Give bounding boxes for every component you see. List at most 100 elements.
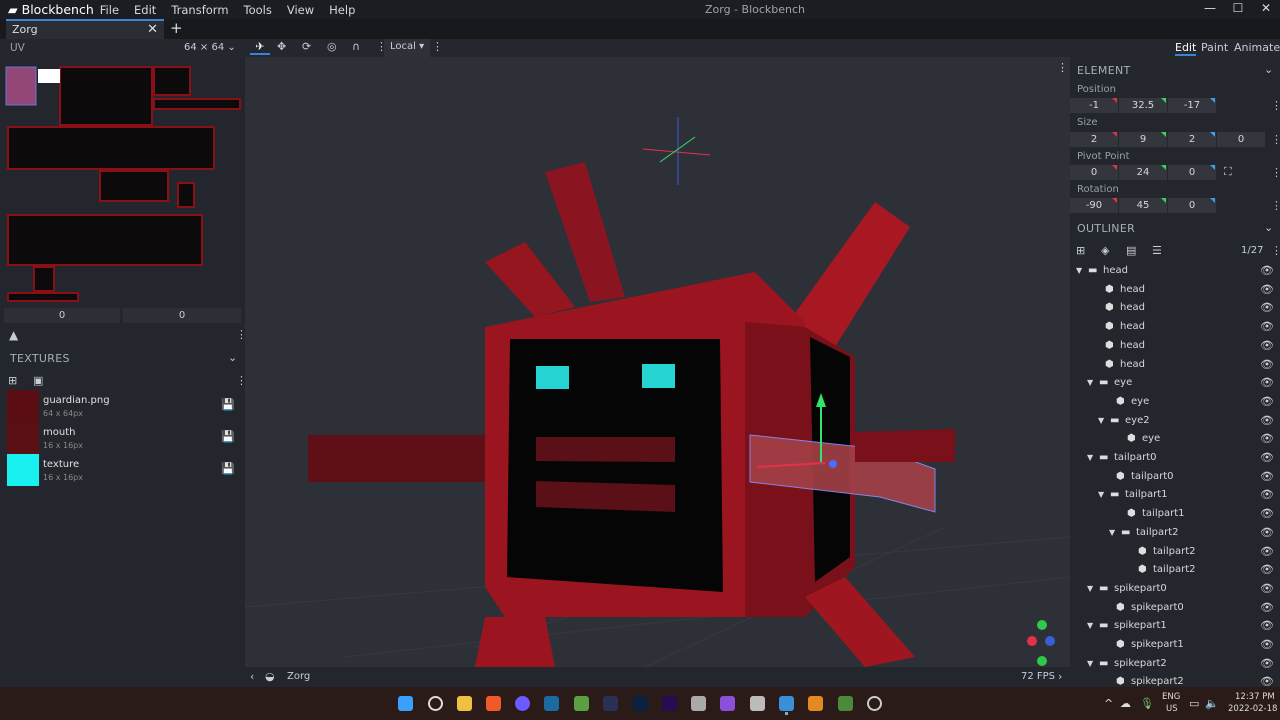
- menu-view[interactable]: View: [281, 3, 323, 17]
- visibility-eye-icon[interactable]: 👁: [1260, 486, 1274, 504]
- outliner-cube[interactable]: ⬢ head 👁: [1070, 337, 1280, 355]
- visibility-eye-icon[interactable]: 👁: [1260, 393, 1274, 411]
- more-icon[interactable]: ⋮: [1271, 199, 1280, 212]
- chevron-down-icon[interactable]: ▼: [1098, 412, 1104, 430]
- chevron-down-icon[interactable]: ▼: [1087, 374, 1093, 392]
- mode-edit[interactable]: Edit: [1175, 41, 1197, 56]
- texture-item[interactable]: guardian.png 64 x 64px 💾: [0, 390, 245, 422]
- save-icon[interactable]: 💾: [221, 398, 235, 411]
- more-icon[interactable]: ⋮: [1271, 166, 1280, 179]
- menu-transform[interactable]: Transform: [165, 3, 237, 17]
- start-icon[interactable]: [398, 696, 413, 711]
- photoshop-icon[interactable]: [633, 696, 648, 711]
- visibility-eye-icon[interactable]: 👁: [1260, 374, 1274, 392]
- visibility-eye-icon[interactable]: 👁: [1260, 262, 1274, 280]
- transform-space-select[interactable]: Local ▾: [384, 39, 431, 57]
- visibility-eye-icon[interactable]: 👁: [1260, 524, 1274, 542]
- menu-file[interactable]: File: [94, 3, 128, 17]
- search-icon[interactable]: [428, 696, 443, 711]
- blockbench-taskbar-icon[interactable]: [779, 696, 794, 711]
- app-icon[interactable]: [838, 696, 853, 711]
- outliner-cube[interactable]: ⬢ tailpart2 👁: [1070, 561, 1280, 579]
- pivot-z[interactable]: 0: [1168, 165, 1216, 180]
- add-group-icon[interactable]: ▤: [1126, 244, 1136, 257]
- visibility-eye-icon[interactable]: 👁: [1260, 543, 1274, 561]
- position-x[interactable]: -1: [1070, 98, 1118, 113]
- visibility-eye-icon[interactable]: 👁: [1260, 599, 1274, 617]
- menu-edit[interactable]: Edit: [128, 3, 165, 17]
- chevron-down-icon[interactable]: ▼: [1098, 486, 1104, 504]
- brave-icon[interactable]: [486, 696, 501, 711]
- position-z[interactable]: -17: [1168, 98, 1216, 113]
- chevron-right-icon[interactable]: ›: [1058, 670, 1062, 683]
- visibility-eye-icon[interactable]: 👁: [1260, 655, 1274, 673]
- resize-tool-icon[interactable]: ✥: [277, 40, 286, 53]
- import-texture-icon[interactable]: ▣: [33, 374, 43, 387]
- new-tab-button[interactable]: +: [170, 19, 183, 37]
- discord-icon[interactable]: [515, 696, 530, 711]
- outliner-group[interactable]: ▼ ▬ eye2 👁: [1070, 412, 1280, 430]
- 3d-viewport[interactable]: ⋮: [245, 57, 1070, 667]
- outliner-cube[interactable]: ⬢ tailpart2 👁: [1070, 543, 1280, 561]
- uv-size-select[interactable]: 64 × 64 ⌄: [184, 42, 236, 53]
- outliner-cube[interactable]: ⬢ spikepart0 👁: [1070, 599, 1280, 617]
- outliner-cube[interactable]: ⬢ head 👁: [1070, 281, 1280, 299]
- uv-offset-y[interactable]: 0: [123, 308, 241, 323]
- minecraft-icon[interactable]: [574, 696, 589, 711]
- chevron-down-icon[interactable]: ▼: [1109, 524, 1115, 542]
- uv-offset-x[interactable]: 0: [4, 308, 120, 323]
- more-icon[interactable]: ⋮: [1271, 99, 1280, 112]
- outliner-cube[interactable]: ⬢ head 👁: [1070, 356, 1280, 374]
- visibility-eye-icon[interactable]: 👁: [1260, 299, 1274, 317]
- visibility-eye-icon[interactable]: 👁: [1260, 318, 1274, 336]
- rotation-y[interactable]: 45: [1119, 198, 1167, 213]
- app-icon[interactable]: [603, 696, 618, 711]
- collapse-icon[interactable]: ⌄: [1264, 63, 1273, 76]
- outliner-group[interactable]: ▼ ▬ eye 👁: [1070, 374, 1280, 392]
- collapse-all-icon[interactable]: ☰: [1152, 244, 1162, 257]
- outliner-cube[interactable]: ⬢ spikepart2 👁: [1070, 673, 1280, 687]
- visibility-eye-icon[interactable]: 👁: [1260, 561, 1274, 579]
- mode-paint[interactable]: Paint: [1201, 41, 1228, 54]
- maximize-button[interactable]: ☐: [1224, 1, 1252, 15]
- visibility-eye-icon[interactable]: 👁: [1260, 617, 1274, 635]
- steam-icon[interactable]: [544, 696, 559, 711]
- viewport-menu-icon[interactable]: ⋮: [1057, 61, 1068, 74]
- add-texture-icon[interactable]: ⊞: [8, 374, 17, 387]
- save-icon[interactable]: 💾: [221, 430, 235, 443]
- outliner-cube[interactable]: ⬢ eye 👁: [1070, 393, 1280, 411]
- close-window-button[interactable]: ✕: [1252, 1, 1280, 15]
- chevron-down-icon[interactable]: ▼: [1076, 262, 1082, 280]
- tray-chevron-icon[interactable]: ^: [1104, 697, 1113, 710]
- premiere-icon[interactable]: [662, 696, 677, 711]
- add-cube-icon[interactable]: ⊞: [1076, 244, 1085, 257]
- chevron-down-icon[interactable]: ▼: [1087, 617, 1093, 635]
- visibility-eye-icon[interactable]: 👁: [1260, 337, 1274, 355]
- chevron-down-icon[interactable]: ▼: [1087, 449, 1093, 467]
- rotation-x[interactable]: -90: [1070, 198, 1118, 213]
- chevron-down-icon[interactable]: ▼: [1087, 655, 1093, 673]
- visibility-eye-icon[interactable]: 👁: [1260, 468, 1274, 486]
- pivot-y[interactable]: 24: [1119, 165, 1167, 180]
- visibility-eye-icon[interactable]: 👁: [1260, 673, 1274, 687]
- save-icon[interactable]: 💾: [221, 462, 235, 475]
- clock-time[interactable]: 12:37 PM: [1235, 692, 1275, 702]
- visibility-eye-icon[interactable]: 👁: [1260, 412, 1274, 430]
- add-mesh-icon[interactable]: ◈: [1101, 244, 1109, 257]
- visibility-eye-icon[interactable]: 👁: [1260, 449, 1274, 467]
- more-icon[interactable]: ⋮: [1271, 244, 1280, 257]
- size-y[interactable]: 9: [1119, 132, 1167, 147]
- position-y[interactable]: 32.5: [1119, 98, 1167, 113]
- language-indicator[interactable]: ENG: [1162, 692, 1180, 702]
- pivot-tool-icon[interactable]: ◎: [327, 40, 337, 53]
- tab-zorg[interactable]: Zorg ✕: [6, 19, 164, 39]
- more-icon[interactable]: ⋮: [432, 40, 443, 53]
- outliner-group[interactable]: ▼ ▬ head 👁: [1070, 262, 1280, 280]
- outliner-cube[interactable]: ⬢ spikepart1 👁: [1070, 636, 1280, 654]
- outliner-cube[interactable]: ⬢ head 👁: [1070, 299, 1280, 317]
- outliner-cube[interactable]: ⬢ head 👁: [1070, 318, 1280, 336]
- visibility-eye-icon[interactable]: 👁: [1260, 430, 1274, 448]
- app-icon[interactable]: [750, 696, 765, 711]
- collapse-icon[interactable]: ⌄: [228, 351, 237, 364]
- center-pivot-icon[interactable]: ⛶: [1224, 165, 1232, 179]
